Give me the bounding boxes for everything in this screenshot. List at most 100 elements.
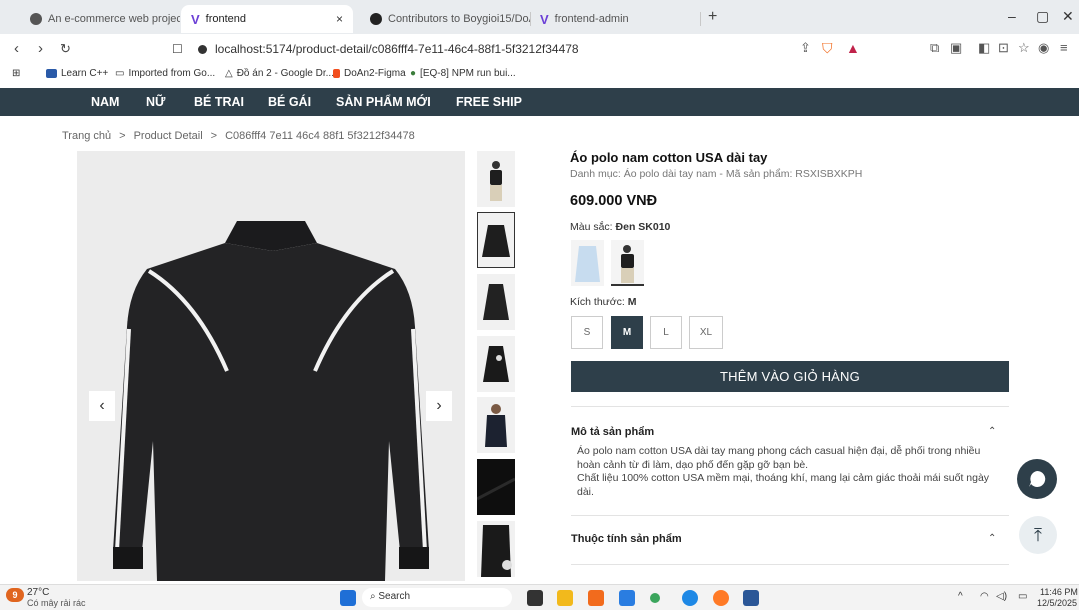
bookmark-figma[interactable]: DoAn2-Figma [333,68,406,79]
chat-bubble-icon [1029,470,1046,487]
thumbnail-5[interactable] [477,397,515,453]
store-icon[interactable] [743,590,759,606]
scroll-to-top-button[interactable]: ⤒ [1019,516,1057,554]
task-view-icon[interactable] [527,590,543,606]
volume-icon[interactable]: ◁) [996,591,1007,602]
browser-tab-cart[interactable]: An e-commerce web project - Cart i [20,5,180,33]
bookmark-learn-cpp[interactable]: Learn C++ [46,68,108,79]
jira-icon: ● [410,68,417,79]
thumbnail-7[interactable] [477,521,515,577]
globe-icon [30,13,42,25]
nav-san-pham-moi[interactable]: SẢN PHẨM MỚI [336,95,431,109]
menu-icon[interactable]: ≡ [1060,40,1068,55]
extensions-icon[interactable]: ⧉ [930,40,939,56]
bookmark-icon[interactable]: ☐ [172,42,183,56]
size-s-button[interactable]: S [571,316,603,349]
close-window-icon[interactable]: ✕ [1062,8,1074,25]
thumbnail-3[interactable] [477,274,515,330]
forward-icon[interactable]: › [38,40,43,57]
breadcrumb: Trang chủ > Product Detail > C086fff4 7e11 4… [62,130,415,142]
browser-tab-contributors[interactable]: Contributors to Boygioi15/DoAn2 [360,5,530,33]
size-label: Kích thước: M [570,296,637,308]
back-icon[interactable]: ‹ [14,40,19,57]
weather-badge[interactable]: 9 [6,588,24,602]
thumbnail-6[interactable] [477,459,515,515]
file-explorer-icon[interactable] [557,590,573,606]
figma-icon [333,69,340,78]
minimize-icon[interactable]: – [1008,8,1016,24]
tab-search-icon[interactable]: ⊡ [998,40,1009,56]
product-title: Áo polo nam cotton USA dài tay [570,150,768,165]
url-field[interactable]: localhost:5174/product-detail/c086fff4-7… [186,38,866,60]
bookmark-npm[interactable]: ● [EQ-8] NPM run bui... [410,68,516,79]
restore-icon[interactable]: ▢ [1036,8,1049,25]
windows-start-icon[interactable] [340,590,356,606]
bookmarks-bar: ⊞ Learn C++ ▭ Imported from Go... △ Đồ á… [0,64,1079,84]
nav-nam[interactable]: NAM [91,95,119,109]
address-bar-row: ‹ › ↻ ☐ localhost:5174/product-detail/c0… [0,34,1079,64]
nav-be-trai[interactable]: BÉ TRAI [194,95,244,109]
brave-rewards-icon[interactable]: ▲ [846,40,860,56]
chevron-up-icon[interactable]: ⌃ [988,426,996,437]
breadcrumb-product-detail[interactable]: Product Detail [134,130,203,142]
battery-icon[interactable]: ▭ [1018,591,1027,602]
search-icon: ⌕ [370,591,376,602]
nav-be-gai[interactable]: BÉ GÁI [268,95,311,109]
chevron-up-icon[interactable]: ^ [958,591,963,602]
breadcrumb-home[interactable]: Trang chủ [62,130,111,142]
clock-date[interactable]: 12/5/2025 [1037,598,1077,608]
close-tab-icon[interactable]: × [336,12,343,26]
share-icon[interactable]: ⇪ [800,40,811,56]
breadcrumb-product-id: C086fff4 7e11 46c4 88f1 5f3212f34478 [225,130,415,142]
browser-tab-frontend[interactable]: V frontend × [181,5,353,33]
weather-desc[interactable]: Có mây rải rác [27,598,86,608]
bookmark-google-drive[interactable]: △ Đồ án 2 - Google Dr... [225,68,334,79]
brave-shield-icon[interactable]: ⛉ [822,40,833,57]
brave-icon[interactable] [588,590,604,606]
chrome-icon[interactable] [682,590,698,606]
taskbar-search[interactable]: ⌕ Search [362,588,512,607]
gallery-prev-button[interactable]: ‹ [89,391,115,421]
size-m-button[interactable]: M [611,316,643,349]
nav-free-ship[interactable]: FREE SHIP [456,95,522,109]
vite-icon: V [191,11,200,27]
favorites-icon[interactable]: ☆ [1018,40,1030,56]
reload-icon[interactable]: ↻ [60,41,71,57]
selected-size: M [627,296,637,308]
nav-nu[interactable]: NỮ [146,95,165,109]
size-l-button[interactable]: L [650,316,682,349]
sidebar-icon[interactable]: ◧ [978,40,990,56]
vpn-icon[interactable]: ◉ [1038,40,1049,56]
thumbnail-2[interactable] [477,212,515,268]
size-xl-button[interactable]: XL [689,316,723,349]
clock-time[interactable]: 11:46 PM [1040,587,1078,597]
drive-icon: △ [225,68,233,79]
chevron-up-icon[interactable]: ⌃ [988,533,996,544]
chat-button[interactable] [1017,459,1057,499]
product-price: 609.000 VNĐ [570,193,658,209]
thumbnail-4[interactable] [477,336,515,392]
add-to-cart-button[interactable]: THÊM VÀO GIỎ HÀNG [571,361,1009,392]
color-swatch-light-blue[interactable] [571,240,604,286]
wallet-icon[interactable]: ▣ [950,40,962,56]
taskbar: 9 27°C Có mây rải rác ⌕ Search ^ ◠ ◁) ▭ … [0,584,1079,610]
color-label: Màu sắc: Đen SK010 [570,221,671,233]
wifi-icon[interactable]: ◠ [980,591,989,602]
arrow-up-icon: ⤒ [1034,524,1042,545]
gallery-next-button[interactable]: › [426,391,452,421]
browser-tab-admin[interactable]: V frontend-admin [530,5,700,33]
new-tab-button[interactable]: + [708,8,717,26]
apps-icon[interactable]: ⊞ [12,68,20,79]
color-swatch-black[interactable] [611,240,644,286]
bookmark-imported[interactable]: ▭ Imported from Go... [115,68,215,79]
weather-temp[interactable]: 27°C [27,587,49,598]
vscode-icon[interactable] [619,590,635,606]
vite-icon: V [540,11,549,27]
site-info-icon[interactable] [198,44,207,54]
postman-icon[interactable] [713,590,729,606]
thumbnail-1[interactable] [477,151,515,207]
attributes-header[interactable]: Thuộc tính sản phẩm [571,533,682,545]
mongodb-icon[interactable] [650,593,660,603]
description-header[interactable]: Mô tả sản phẩm [571,426,654,438]
product-description: Áo polo nam cotton USA dài tay mang phon… [577,445,990,498]
